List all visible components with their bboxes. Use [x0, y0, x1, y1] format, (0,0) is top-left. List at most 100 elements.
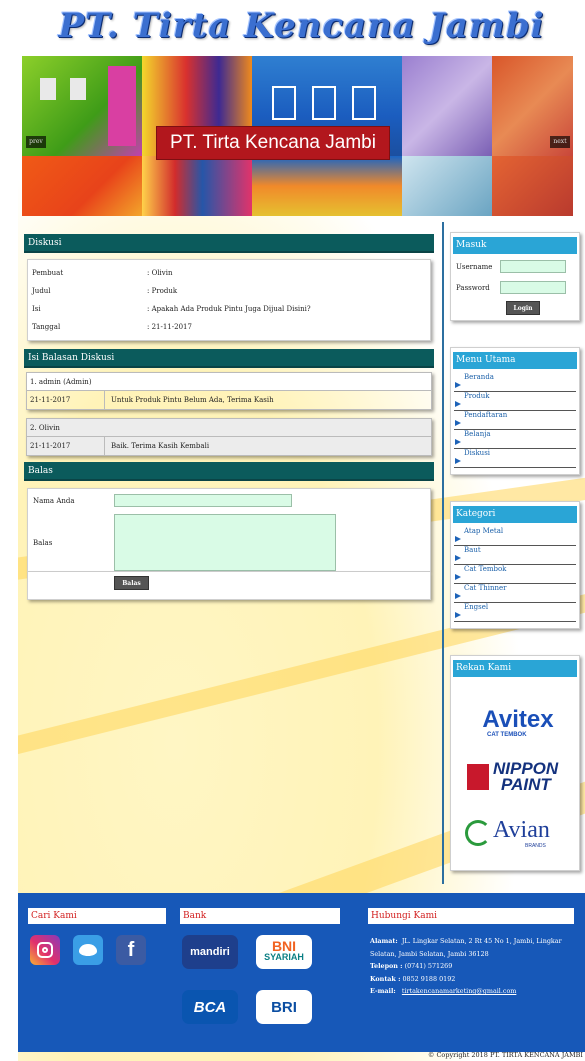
banner-tile — [142, 156, 252, 216]
address-label: Alamat: — [370, 937, 398, 945]
info-label: Isi — [32, 305, 41, 313]
banner-caption: PT. Tirta Kencana Jambi — [156, 126, 390, 160]
bca-logo: BCA — [182, 990, 238, 1024]
left-margin — [0, 0, 18, 1061]
kontak-label: Kontak : — [370, 974, 401, 983]
partners-panel: Rekan Kami Avitex CAT TEMBOK NIPPON PAIN… — [450, 655, 580, 871]
phone-value: (0741) 571269 — [404, 962, 453, 970]
hubungi-kami-heading: Hubungi Kami — [368, 908, 574, 924]
info-label: Judul — [32, 287, 51, 295]
slideshow-next-button[interactable]: next — [550, 136, 570, 148]
login-panel: Masuk Username Password Login — [450, 232, 580, 321]
banner-tile — [492, 156, 573, 216]
twitter-icon[interactable] — [73, 935, 103, 965]
main-content: Diskusi Pembuat : Olivin Judul : Produk … — [24, 234, 434, 600]
name-input[interactable] — [114, 494, 292, 507]
menu-item-diskusi[interactable]: Diskusi — [454, 449, 576, 468]
category-panel: Kategori Atap Metal Baut Cat Tembok Cat … — [450, 501, 580, 629]
info-row-judul: Judul : Produk — [28, 282, 430, 300]
instagram-icon[interactable] — [30, 935, 60, 965]
password-input[interactable] — [500, 281, 566, 294]
menu-item-label: Diskusi — [464, 449, 491, 457]
banner-slideshow: PT. Tirta Kencana Jambi prev next — [22, 56, 573, 216]
partners-heading: Rekan Kami — [453, 660, 577, 677]
reply-text: Untuk Produk Pintu Belum Ada, Terima Kas… — [111, 396, 274, 404]
balas-heading: Balas — [24, 462, 434, 481]
banner-tile — [402, 156, 492, 216]
category-item-label: Engsel — [464, 603, 489, 611]
info-value: : 21-11-2017 — [147, 323, 192, 331]
reply-form: Nama Anda Balas — [27, 488, 431, 572]
diskusi-heading: Diskusi — [24, 234, 434, 253]
info-value: : Produk — [147, 287, 178, 295]
site-logo[interactable]: PT. Tirta Kencana Jambi — [18, 6, 585, 46]
sidebar-divider — [442, 222, 444, 884]
phone-label: Telepon : — [370, 962, 403, 970]
balas-submit-button[interactable]: Balas — [114, 576, 149, 590]
reply-textarea[interactable] — [114, 514, 336, 571]
reply-text: Baik. Terima Kasih Kembali — [111, 442, 210, 450]
arrow-icon — [455, 401, 461, 407]
arrow-icon — [455, 593, 461, 599]
arrow-icon — [455, 439, 461, 445]
username-label: Username — [456, 263, 493, 271]
reply-body: 21-11-2017 Untuk Produk Pintu Belum Ada,… — [27, 391, 431, 409]
arrow-icon — [455, 574, 461, 580]
login-button[interactable]: Login — [506, 301, 540, 315]
paint-wordmark: PAINT — [501, 775, 551, 794]
syariah-wordmark: SYARIAH — [264, 952, 304, 962]
arrow-icon — [455, 612, 461, 618]
sidebar: Masuk Username Password Login Menu Utama… — [450, 222, 580, 871]
avian-wordmark: Avian — [493, 817, 550, 843]
info-row-pembuat: Pembuat : Olivin — [28, 264, 430, 282]
bni-wordmark: BNI — [271, 938, 297, 954]
cari-kami-heading: Cari Kami — [28, 908, 166, 924]
reply-date: 21-11-2017 — [27, 437, 105, 455]
copyright-text: © Copyright 2018 PT. TIRTA KENCANA JAMBI — [427, 1051, 583, 1059]
reply-label: Balas — [33, 539, 53, 547]
avian-brands-label: BRANDS — [525, 843, 546, 849]
username-input[interactable] — [500, 260, 566, 273]
kontak-value: 0852 9188 0192 — [402, 974, 456, 983]
reply-item: 1. admin (Admin) 21-11-2017 Untuk Produk… — [26, 372, 432, 410]
bri-logo: BRI — [256, 990, 312, 1024]
info-row-tanggal: Tanggal : 21-11-2017 — [28, 318, 430, 336]
email-link[interactable]: tirtakencanamarketing@gmail.com — [402, 987, 517, 995]
login-heading: Masuk — [453, 237, 577, 254]
mandiri-logo: mandiri — [182, 935, 238, 969]
info-value: : Apakah Ada Produk Pintu Juga Dijual Di… — [147, 305, 311, 313]
mandiri-wordmark: mandiri — [190, 946, 230, 958]
footer: Cari Kami f Bank mandiri BNI SYARIAH BCA… — [18, 893, 585, 1052]
email-line: E-mail: tirtakencanamarketing@gmail.com — [370, 985, 580, 998]
bca-wordmark: BCA — [193, 998, 227, 1016]
banner-tile — [252, 156, 402, 216]
facebook-icon[interactable]: f — [116, 935, 146, 965]
arrow-icon — [455, 555, 461, 561]
arrow-icon — [455, 382, 461, 388]
avitex-logo: Avitex CAT TEMBOK — [463, 708, 573, 739]
diskusi-detail-box: Pembuat : Olivin Judul : Produk Isi : Ap… — [27, 259, 431, 341]
arrow-icon — [455, 420, 461, 426]
replies-heading: Isi Balasan Diskusi — [24, 349, 434, 368]
reply-form-footer: Balas — [27, 572, 431, 600]
avian-swirl-icon — [465, 820, 491, 846]
reply-item: 2. Olivin 21-11-2017 Baik. Terima Kasih … — [26, 418, 432, 456]
address-value: JL. Lingkar Selatan, 2 Rt 45 No 1, Jambi… — [370, 937, 562, 958]
arrow-icon — [455, 458, 461, 464]
category-list: Atap Metal Baut Cat Tembok Cat Thinner E… — [454, 527, 576, 622]
main-menu-panel: Menu Utama Beranda Produk Pendaftaran Be… — [450, 347, 580, 475]
banner-tile — [22, 156, 142, 216]
phone-line: Telepon : (0741) 571269 — [370, 960, 580, 973]
bni-syariah-logo: BNI SYARIAH — [256, 935, 312, 969]
password-label: Password — [456, 284, 490, 292]
slideshow-prev-button[interactable]: prev — [26, 136, 46, 148]
info-label: Pembuat — [32, 269, 64, 277]
login-form: Username Password Login — [454, 254, 576, 315]
main-menu-list: Beranda Produk Pendaftaran Belanja Disku… — [454, 373, 576, 468]
arrow-icon — [455, 536, 461, 542]
email-label: E-mail: — [370, 987, 396, 995]
category-item-engsel[interactable]: Engsel — [454, 603, 576, 622]
info-row-isi: Isi : Apakah Ada Produk Pintu Juga Dijua… — [28, 300, 430, 318]
name-label: Nama Anda — [33, 497, 75, 505]
nippon-emblem — [467, 764, 489, 790]
